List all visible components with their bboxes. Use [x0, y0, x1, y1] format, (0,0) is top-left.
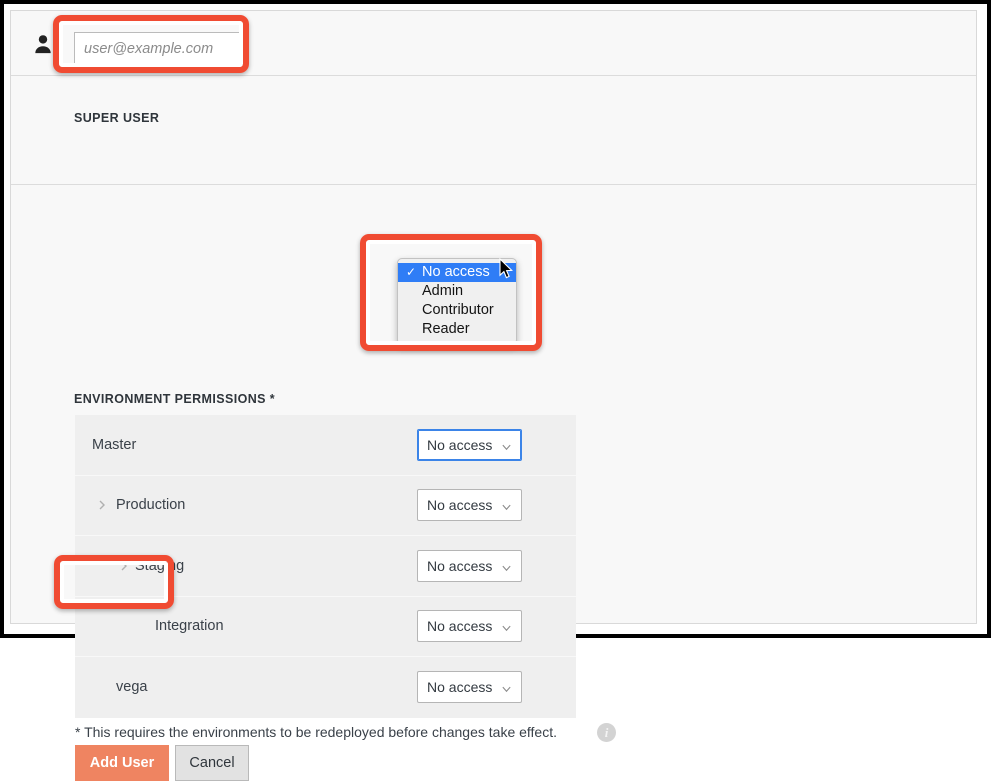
screenshot-frame: SUPER USER User has Admin rights on all … — [0, 0, 991, 781]
environment-name: Staging — [135, 557, 185, 574]
super-user-title: SUPER USER — [74, 111, 160, 125]
role-select-value: No access — [427, 618, 493, 635]
role-select-value: No access — [427, 436, 493, 453]
permission-row: Master No access — [75, 415, 576, 476]
permission-row: Integration No access — [75, 596, 576, 657]
role-select[interactable]: No access — [417, 489, 522, 522]
environment-permissions-table: Master No access Production No access Stagin… — [75, 415, 576, 718]
dropdown-option-label: Admin — [422, 283, 464, 299]
role-select-value: No access — [427, 557, 493, 574]
environment-name: Production — [116, 497, 186, 514]
dropdown-option-label: Reader — [422, 321, 470, 337]
dropdown-option-label: Contributor — [422, 302, 494, 318]
permission-row: vega No access — [75, 657, 576, 718]
info-icon[interactable]: i — [597, 723, 616, 742]
chevron-down-icon — [501, 439, 512, 450]
dropdown-option[interactable]: Contributor — [398, 301, 516, 320]
chevron-down-icon — [501, 682, 512, 693]
role-select[interactable]: No access — [417, 610, 522, 643]
dropdown-option[interactable]: Admin — [398, 282, 516, 301]
dropdown-option[interactable]: Reader — [398, 320, 516, 339]
checkmark-icon: ✓ — [406, 265, 417, 279]
chevron-down-icon — [501, 500, 512, 511]
environment-name: Integration — [155, 618, 224, 635]
cancel-button[interactable]: Cancel — [175, 745, 249, 781]
footnote-text: * This requires the environments to be r… — [75, 724, 558, 740]
environment-permissions-title: ENVIRONMENT PERMISSIONS * — [74, 392, 275, 406]
add-user-button[interactable]: Add User — [75, 745, 169, 781]
dropdown-option[interactable]: ✓ No access — [398, 263, 516, 282]
dropdown-option-label: No access — [422, 264, 490, 280]
permission-row: Staging No access — [75, 536, 576, 597]
role-dropdown-menu[interactable]: ✓ No access Admin Contributor Reader — [397, 258, 517, 345]
role-select-value: No access — [427, 679, 493, 696]
role-select[interactable]: No access — [417, 671, 522, 704]
super-user-section: SUPER USER User has Admin rights on all … — [11, 76, 976, 223]
environment-permissions-section: ENVIRONMENT PERMISSIONS * Master No acces… — [11, 185, 976, 781]
chevron-right-icon[interactable] — [96, 499, 108, 511]
environment-name: Master — [92, 436, 137, 453]
permission-row: Production No access — [75, 475, 576, 536]
chevron-right-icon[interactable] — [118, 560, 130, 572]
person-icon — [32, 33, 54, 55]
role-select-value: No access — [427, 497, 493, 514]
chevron-down-icon — [501, 560, 512, 571]
environment-name: vega — [116, 679, 148, 696]
role-select[interactable]: No access — [417, 549, 522, 582]
email-input[interactable] — [74, 32, 246, 65]
email-section — [11, 11, 976, 76]
role-select[interactable]: No access — [417, 428, 522, 461]
chevron-down-icon — [501, 621, 512, 632]
add-user-panel: SUPER USER User has Admin rights on all … — [10, 10, 977, 781]
